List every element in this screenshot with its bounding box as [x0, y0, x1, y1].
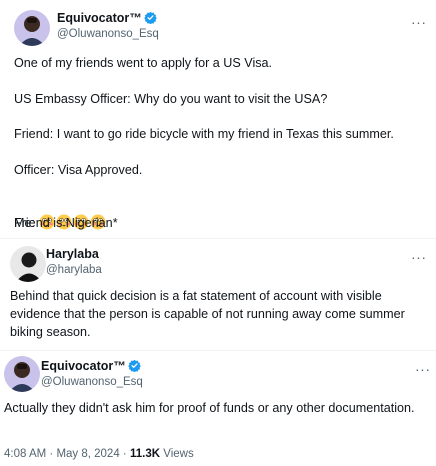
- avatar-equivocator[interactable]: [14, 10, 50, 46]
- tweet-line: Friend: I want to go ride bicycle with m…: [14, 127, 394, 141]
- divider: [0, 350, 436, 351]
- divider: [0, 238, 436, 239]
- views-label: Views: [160, 448, 194, 460]
- author-name[interactable]: Harylaba: [46, 247, 99, 261]
- author-name[interactable]: Equivocator™: [57, 11, 142, 25]
- tweet-line: Friend is Nigerian*: [14, 216, 118, 230]
- views-count: 11.3K: [129, 448, 161, 460]
- author-name-row[interactable]: Equivocator™: [41, 359, 141, 373]
- verified-badge-icon: [143, 11, 157, 24]
- verified-badge-icon: [127, 359, 141, 372]
- author-handle[interactable]: @Oluwanonso_Esq: [57, 27, 159, 41]
- meta-separator: ·: [119, 448, 130, 460]
- tweet-time[interactable]: 4:08 AM: [4, 448, 46, 460]
- author-handle[interactable]: @Oluwanonso_Esq: [41, 375, 143, 389]
- author-handle[interactable]: @harylaba: [46, 263, 102, 277]
- tweet-date[interactable]: May 8, 2024: [56, 448, 119, 460]
- author-name-row[interactable]: Equivocator™: [57, 11, 157, 25]
- more-dots-icon[interactable]: ···: [411, 15, 427, 29]
- tweet-text: Actually they didn't ask him for proof o…: [4, 401, 415, 415]
- meta-separator: ·: [46, 448, 57, 460]
- tweet-line: One of my friends went to apply for a US…: [14, 56, 273, 70]
- more-dots-icon[interactable]: ···: [415, 362, 431, 376]
- tweet-line: US Embassy Officer: Why do you want to v…: [14, 92, 328, 106]
- reply-text: Behind that quick decision is a fat stat…: [10, 289, 405, 339]
- avatar-equivocator[interactable]: [4, 356, 40, 392]
- tweet-line: Officer: Visa Approved.: [14, 163, 143, 177]
- author-name[interactable]: Equivocator™: [41, 359, 126, 373]
- more-dots-icon[interactable]: ···: [411, 250, 427, 264]
- tweet-meta: 4:08 AM · May 8, 2024 · 11.3K Views: [4, 447, 194, 461]
- avatar-harylaba[interactable]: [10, 246, 46, 282]
